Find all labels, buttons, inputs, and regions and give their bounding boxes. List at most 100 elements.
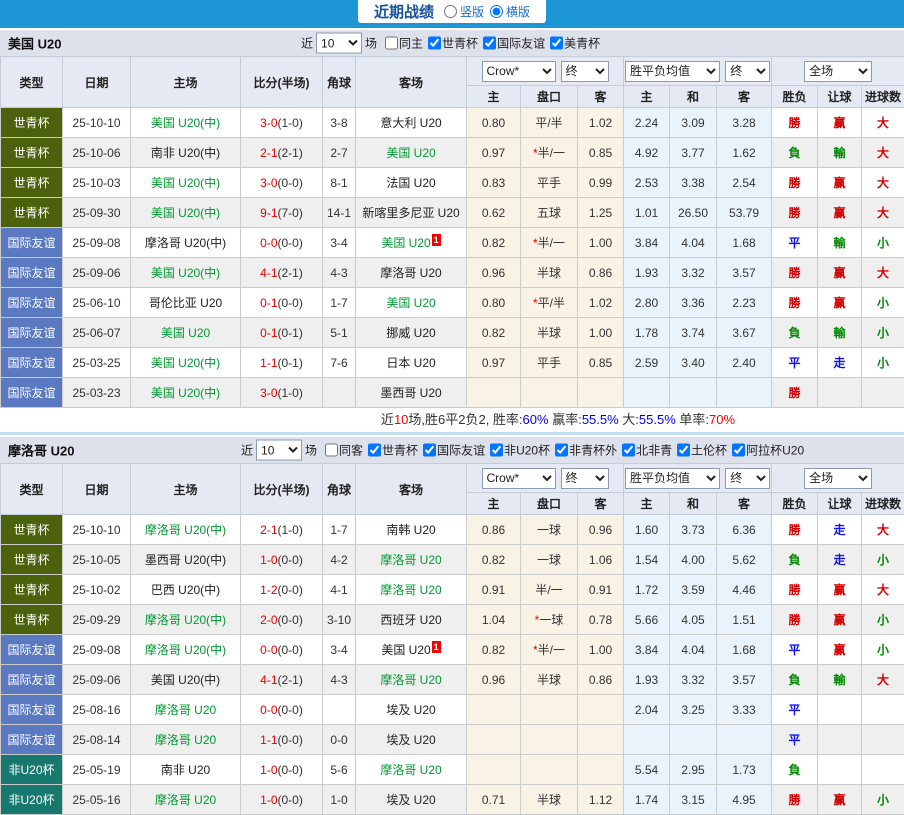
halftime-score: (0-0) [278,703,303,717]
handicap-time-select[interactable]: 终 [561,468,609,489]
away-team-cell: 南韩 U20 [356,515,467,545]
layout-radio-text: 横版 [506,3,530,20]
cup-checkbox[interactable] [483,37,496,50]
halftime-score: (0-1) [278,326,303,340]
layout-radio[interactable]: 横版 [488,3,530,20]
halftime-score: (0-0) [278,793,303,807]
cup-filter[interactable]: 美青杯 [545,35,600,52]
score-cell: 0-0(0-0) [241,635,323,665]
win-odds-cell: 4.92 [624,138,670,168]
layout-radio[interactable]: 竖版 [442,3,484,20]
halftime-score: (0-0) [278,583,303,597]
corner-cell: 4-3 [323,258,356,288]
summary-segment: 10 [394,412,408,427]
cup-filter[interactable]: 国际友谊 [418,442,485,459]
match-date-cell: 25-10-02 [63,575,131,605]
halftime-score: (0-0) [278,553,303,567]
match-type-cell: 国际友谊 [1,258,63,288]
home-team-name: 美国 U20(中) [151,386,220,400]
same-venue-checkbox[interactable] [385,37,398,50]
cup-filter[interactable]: 世青杯 [423,35,478,52]
cup-filter[interactable]: 非U20杯 [485,442,550,459]
cup-checkbox[interactable] [555,444,568,457]
handicap-away-odds-cell: 0.86 [578,258,624,288]
match-count-select[interactable]: 10 [316,33,362,54]
cup-label: 国际友谊 [497,35,545,52]
match-row: 国际友谊25-09-06美国 U20(中)4-1(2-1)4-3摩洛哥 U200… [1,258,904,288]
handicap-line-cell: *半/一 [521,228,578,258]
col-home: 主场 [131,57,241,108]
goals-result-cell: 小 [862,318,904,348]
cup-checkbox[interactable] [550,37,563,50]
match-date-cell: 25-09-29 [63,605,131,635]
goals-result-cell: 大 [862,665,904,695]
avg-odds-select[interactable]: 胜平负均值 [625,468,720,489]
home-team-cell: 美国 U20(中) [131,258,241,288]
summary-line: 近10场,胜6平2负2, 胜率:60% 赢率:55.5% 大:55.5% 单率:… [0,408,904,431]
cup-checkbox[interactable] [490,444,503,457]
cup-filter[interactable]: 土伦杯 [672,442,727,459]
layout-radio-input[interactable] [444,5,457,18]
fulltime-score: 0-0 [260,703,277,717]
lose-odds-cell: 1.68 [717,635,772,665]
cup-checkbox[interactable] [677,444,690,457]
result-cell: 平 [772,348,818,378]
cup-filter[interactable]: 非青杯外 [550,442,617,459]
match-row: 世青杯25-10-06南非 U20(中)2-1(2-1)2-7美国 U200.9… [1,138,904,168]
match-row: 非U20杯25-05-16摩洛哥 U201-0(0-0)1-0埃及 U200.7… [1,785,904,815]
score-cell: 1-1(0-0) [241,725,323,755]
match-date-cell: 25-10-10 [63,515,131,545]
scope-select[interactable]: 全场 [804,468,872,489]
goals-result-cell: 小 [862,635,904,665]
match-count-select[interactable]: 10 [256,440,302,461]
halftime-score: (0-0) [278,236,303,250]
result-cell: 平 [772,695,818,725]
draw-odds-cell: 4.04 [670,228,717,258]
handicap-time-select[interactable]: 终 [561,61,609,82]
layout-radio-input[interactable] [490,5,503,18]
goals-result-cell: 大 [862,258,904,288]
home-team-name: 墨西哥 U20(中) [145,553,226,567]
score-cell: 1-0(0-0) [241,785,323,815]
same-venue-filter[interactable]: 同客 [320,442,363,459]
goals-result-cell: 小 [862,785,904,815]
goals-result-text: 大 [877,176,889,190]
result-cell: 平 [772,635,818,665]
bookmaker-select[interactable]: Crow* [482,468,556,489]
cup-checkbox[interactable] [622,444,635,457]
handicap-select-group: Crow* 终 [467,464,624,493]
euro-time-select[interactable]: 终 [725,61,770,82]
away-team-name: 美国 U20 [386,146,435,160]
euro-time-select[interactable]: 终 [725,468,770,489]
cup-label: 阿拉杯U20 [746,442,804,459]
home-team-name: 摩洛哥 U20(中) [145,613,226,627]
cup-checkbox[interactable] [428,37,441,50]
handicap-star: * [535,613,540,627]
bookmaker-select[interactable]: Crow* [482,61,556,82]
cup-filter[interactable]: 国际友谊 [478,35,545,52]
win-odds-cell: 5.54 [624,755,670,785]
cup-checkbox[interactable] [732,444,745,457]
layout-radios: 竖版 横版 [442,3,530,20]
scope-select[interactable]: 全场 [804,61,872,82]
cup-checkbox[interactable] [368,444,381,457]
cup-filter[interactable]: 北非青 [617,442,672,459]
cup-checkbox[interactable] [423,444,436,457]
away-team-name: 南韩 U20 [386,523,435,537]
cup-filter[interactable]: 阿拉杯U20 [727,442,804,459]
avg-odds-select[interactable]: 胜平负均值 [625,61,720,82]
match-type-cell: 非U20杯 [1,785,63,815]
col-date: 日期 [63,464,131,515]
cup-filter[interactable]: 世青杯 [363,442,418,459]
match-date-cell: 25-08-14 [63,725,131,755]
draw-odds-cell: 3.77 [670,138,717,168]
same-venue-checkbox[interactable] [325,444,338,457]
result-cell: 勝 [772,515,818,545]
same-venue-filter[interactable]: 同主 [380,35,423,52]
match-date-cell: 25-05-16 [63,785,131,815]
goals-result-text: 小 [877,613,889,627]
handicap-away-odds-cell: 1.02 [578,288,624,318]
result-text: 勝 [789,176,801,190]
away-team-name: 埃及 U20 [386,793,435,807]
home-team-cell: 摩洛哥 U20(中) [131,515,241,545]
